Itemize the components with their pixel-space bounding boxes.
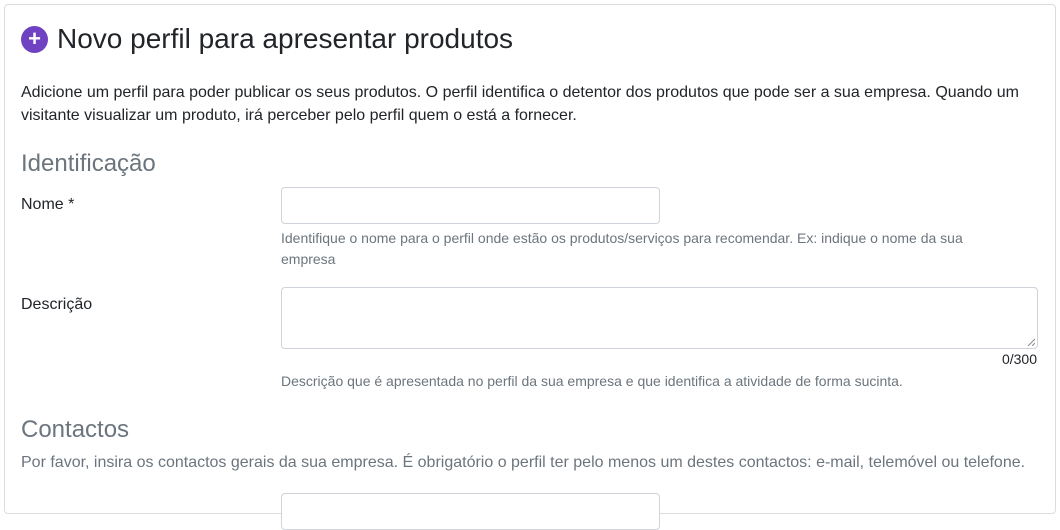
contactos-description: Por favor, insira os contactos gerais da… (21, 454, 1026, 471)
intro-text: Adicione um perfil para poder publicar o… (21, 84, 1019, 124)
profile-form-card: + Novo perfil para apresentar produtos A… (4, 4, 1056, 530)
nome-label: Nome * (21, 196, 75, 213)
plus-circle-icon: + (21, 25, 48, 53)
page-header: + Novo perfil para apresentar produtos (21, 23, 513, 55)
descricao-help-text: Descrição que é apresentada no perfil da… (281, 373, 903, 389)
nome-input[interactable] (281, 187, 660, 224)
section-title-contactos: Contactos (21, 416, 130, 443)
resize-handle-icon[interactable] (1027, 338, 1035, 346)
nome-help-text: Identifique o nome para o perfil onde es… (281, 230, 963, 267)
page-title: Novo perfil para apresentar produtos (57, 23, 514, 54)
descricao-textarea[interactable] (281, 287, 1038, 349)
contact-input[interactable] (281, 493, 660, 530)
section-title-identificacao: Identificação (21, 150, 156, 177)
descricao-char-counter: 0/300 (1001, 351, 1037, 367)
descricao-label: Descrição (21, 296, 93, 313)
